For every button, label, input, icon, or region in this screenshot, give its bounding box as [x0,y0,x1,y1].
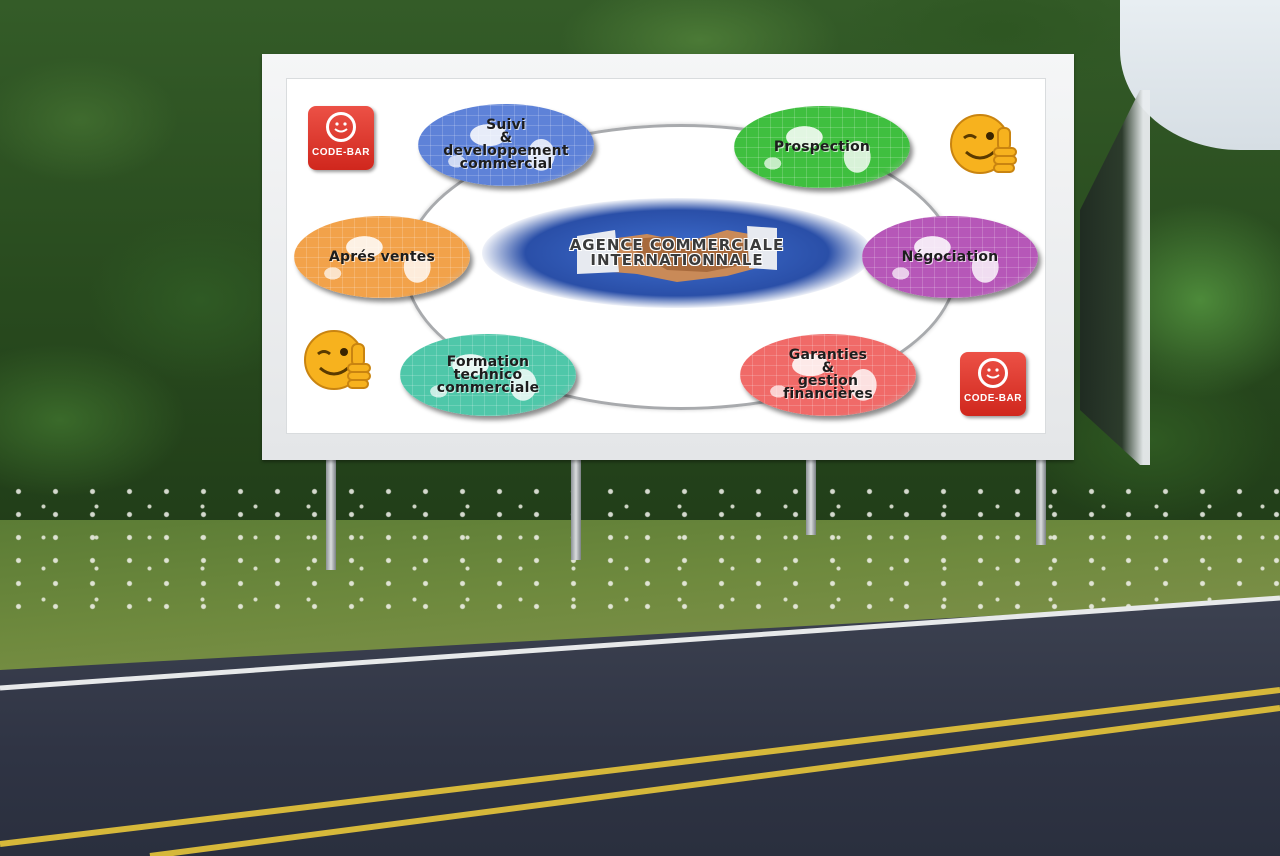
code-bar-label: CODE-BAR [964,393,1022,404]
winking-thumbs-up-icon [304,330,371,390]
billboard-post [571,460,581,560]
globe-prospection: Prospection [734,106,910,188]
smiley-icon [326,112,356,142]
agency-title: AGENCE COMMERCIALE INTERNATIONNALE [569,236,785,269]
road-yellow-line-1 [0,687,1280,847]
code-bar-label: CODE-BAR [312,147,370,158]
center-handshake-emblem: AGENCE COMMERCIALE INTERNATIONNALE [482,198,872,308]
billboard-post [1036,460,1046,545]
globe-prospection-label: Prospection [773,138,871,155]
globe-apres-ventes-label: Aprés ventes [329,248,435,265]
globe-garanties-label: Garanties & gestion financières [783,347,873,402]
smiley-icon [978,358,1008,388]
globe-garanties: Garanties & gestion financières [740,334,916,416]
code-bar-badge-bottom-right: CODE-BAR [960,352,1026,416]
code-bar-badge-top-left: CODE-BAR [308,106,374,170]
globe-apres-ventes: Aprés ventes [294,216,470,298]
road-white-edge-line [0,595,1280,691]
billboard: AGENCE COMMERCIALE INTERNATIONNALE Suivi… [262,54,1074,460]
globe-negociation-label: Négociation [901,248,999,265]
billboard-poster: AGENCE COMMERCIALE INTERNATIONNALE Suivi… [286,78,1046,434]
billboard-post [326,460,336,570]
billboard-post [806,460,816,535]
globe-suivi: Suivi & developpement commercial [418,104,594,186]
globe-negociation: Négociation [862,216,1038,298]
globe-suivi-label: Suivi & developpement commercial [443,117,569,172]
winking-thumbs-up-icon [950,114,1017,174]
roadside-scene: AGENCE COMMERCIALE INTERNATIONNALE Suivi… [0,0,1280,856]
globe-formation: Formation technico commerciale [400,334,576,416]
globe-formation-label: Formation technico commerciale [436,353,540,396]
road-yellow-line-2 [149,705,1280,856]
